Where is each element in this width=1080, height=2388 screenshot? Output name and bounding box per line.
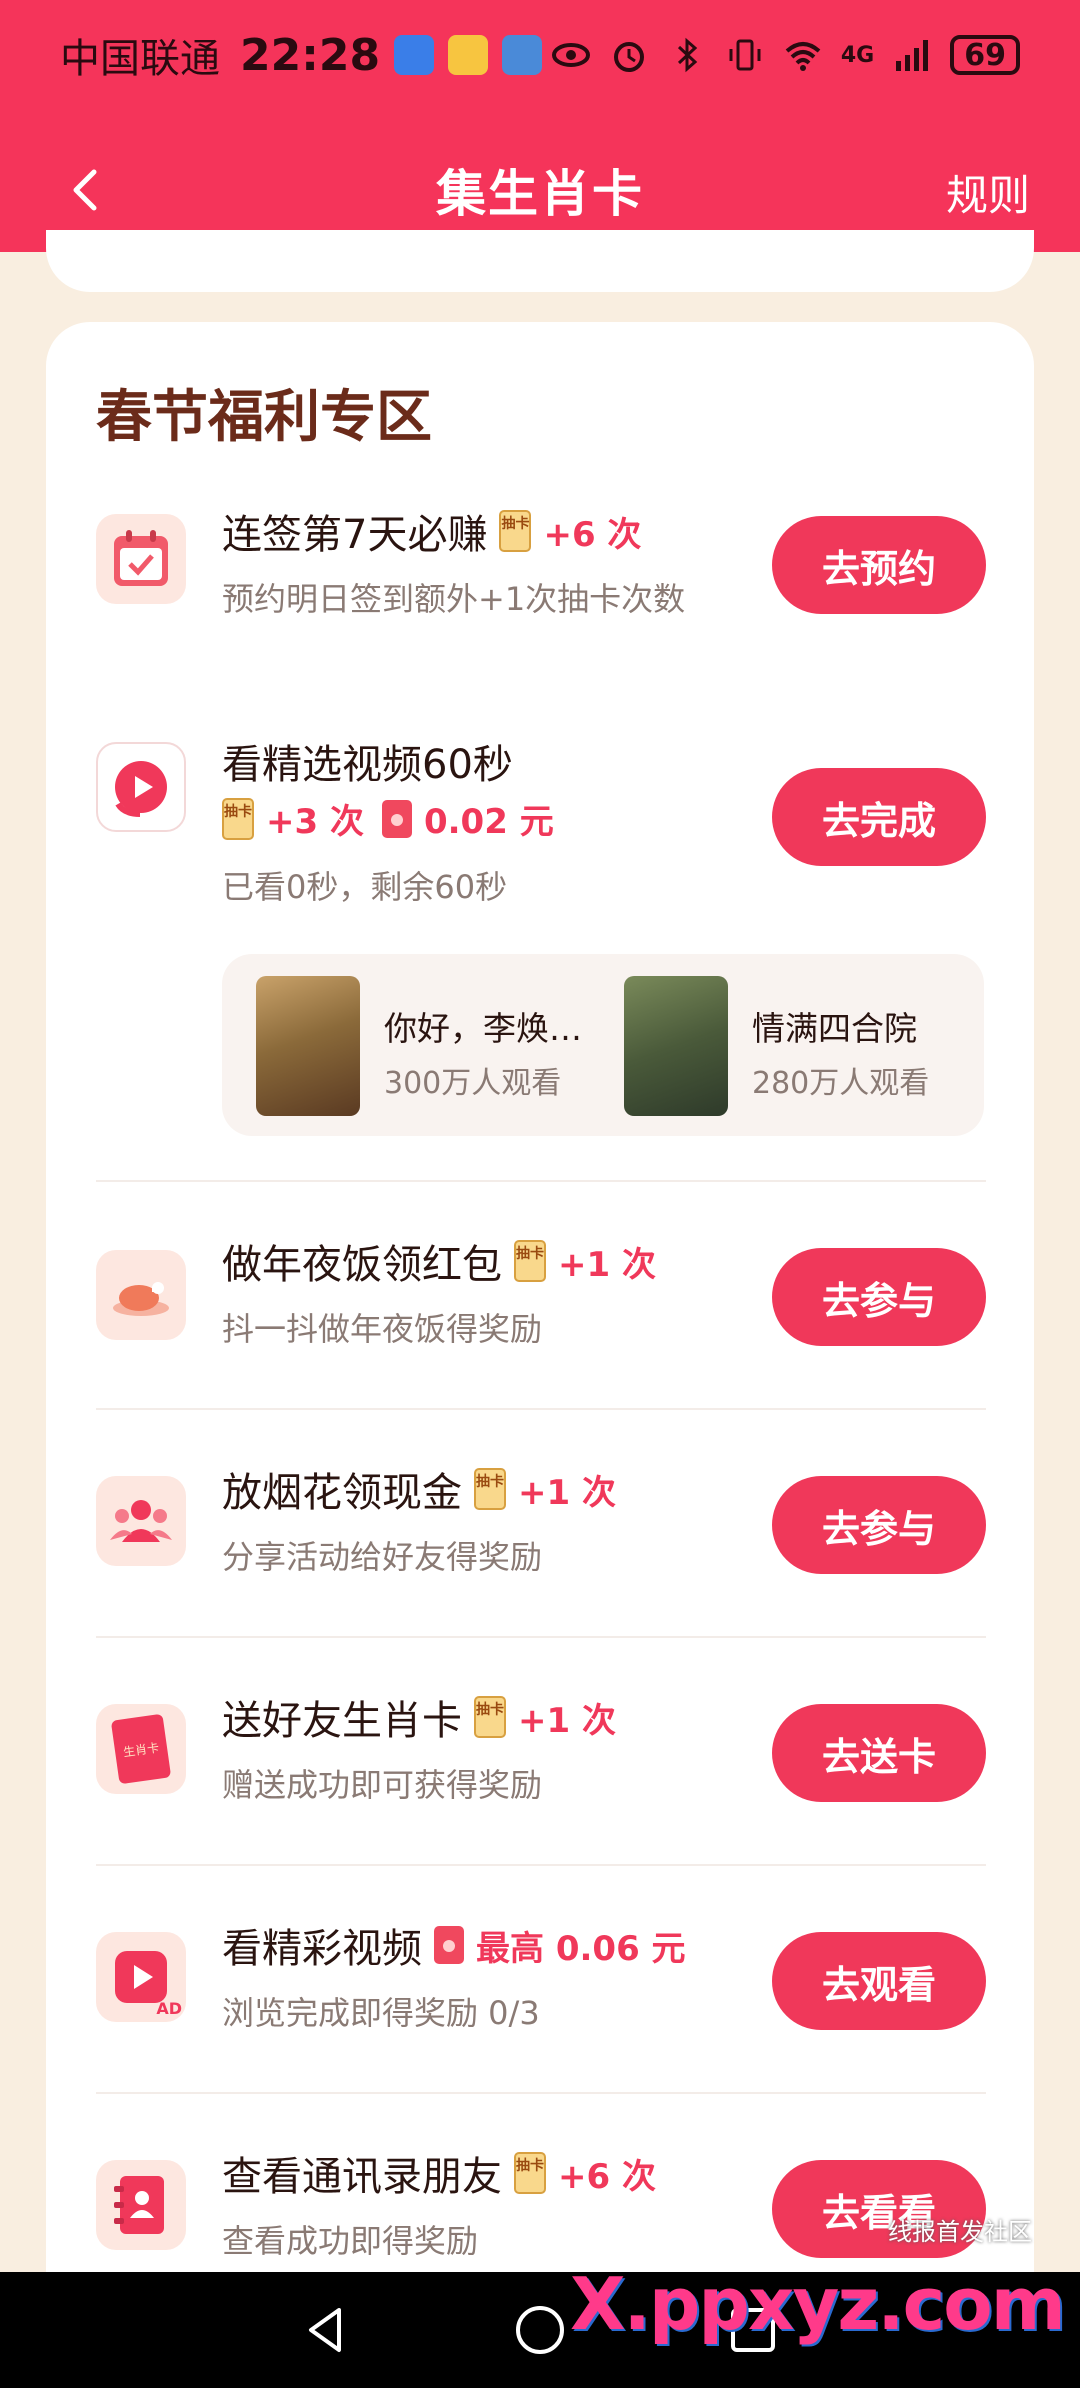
ad-label: AD bbox=[156, 1999, 182, 2018]
weibo-app-icon bbox=[448, 35, 489, 75]
complete-button[interactable]: 去完成 bbox=[772, 768, 986, 866]
task-reward: +1 次 bbox=[518, 1472, 616, 1513]
task-item-watch-ad: AD 看精彩视频 最高 0.06 元 浏览完成即得奖励 0/3 去观看 bbox=[96, 1916, 986, 2036]
back-triangle-icon[interactable] bbox=[297, 2300, 357, 2360]
cash-reward: 0.02 元 bbox=[423, 802, 554, 842]
previous-card-bottom bbox=[46, 230, 1034, 292]
bluetooth-icon bbox=[677, 37, 698, 73]
zodiac-card-icon-label: 生肖卡 bbox=[122, 1740, 160, 1759]
task-item-contacts: 查看通讯录朋友 抽卡 +6 次 查看成功即得奖励 去看看 bbox=[96, 2144, 986, 2264]
divider bbox=[96, 1636, 986, 1638]
task-reward: +6 次 bbox=[543, 514, 642, 555]
task-item-fireworks: 放烟花领现金 抽卡 +1 次 分享活动给好友得奖励 去参与 bbox=[96, 1460, 986, 1580]
task-title: 看精选视频60秒 bbox=[222, 742, 513, 788]
draw-card-chip-icon: 抽卡 bbox=[499, 510, 532, 552]
signal-icon bbox=[896, 40, 929, 71]
back-arrow-icon[interactable] bbox=[56, 160, 116, 220]
task-title: 看精彩视频 bbox=[222, 1926, 422, 1972]
vibrate-icon bbox=[729, 39, 761, 71]
video-title: 情满四合院 bbox=[752, 1009, 917, 1048]
task-reward: +3 次 bbox=[266, 802, 364, 842]
stock-app-icon bbox=[502, 35, 543, 75]
video-play-icon bbox=[96, 742, 186, 832]
task-subtitle: 赠送成功即可获得奖励 bbox=[222, 1766, 543, 1804]
contacts-book-icon bbox=[96, 2160, 186, 2250]
video-views: 300万人观看 bbox=[384, 1066, 562, 1101]
rules-link[interactable]: 规则 bbox=[946, 162, 1030, 223]
nav-bar: 集生肖卡 规则 bbox=[0, 140, 1080, 240]
watch-button[interactable]: 去观看 bbox=[772, 1932, 986, 2030]
task-title: 放烟花领现金 bbox=[222, 1470, 462, 1516]
battery-level: 69 bbox=[964, 37, 1006, 73]
task-subtitle: 查看成功即得奖励 bbox=[222, 2222, 479, 2260]
video-title: 你好，李焕… bbox=[384, 1009, 582, 1048]
recommended-videos: 你好，李焕… 300万人观看 情满四合院 280万人观看 bbox=[222, 954, 984, 1136]
task-item-new-year-dinner: 做年夜饭领红包 抽卡 +1 次 抖一抖做年夜饭得奖励 去参与 bbox=[96, 1232, 986, 1352]
home-circle-icon[interactable] bbox=[510, 2300, 570, 2360]
draw-card-chip-icon: 抽卡 bbox=[222, 797, 254, 840]
calendar-check-icon bbox=[96, 514, 186, 604]
send-card-button[interactable]: 去送卡 bbox=[772, 1704, 986, 1802]
join-button[interactable]: 去参与 bbox=[772, 1476, 986, 1574]
divider bbox=[96, 1864, 986, 1866]
task-reward: +1 次 bbox=[518, 1700, 616, 1741]
carrier-label: 中国联通 bbox=[60, 36, 220, 82]
section-title: 春节福利专区 bbox=[96, 385, 432, 450]
join-button[interactable]: 去参与 bbox=[772, 1248, 986, 1346]
wifi-icon bbox=[785, 42, 821, 71]
task-subtitle: 分享活动给好友得奖励 bbox=[222, 1538, 543, 1576]
eye-icon bbox=[551, 43, 590, 67]
divider bbox=[96, 1180, 986, 1182]
task-item-send-card: 生肖卡 送好友生肖卡 抽卡 +1 次 赠送成功即可获得奖励 去送卡 bbox=[96, 1688, 986, 1808]
video-views: 280万人观看 bbox=[752, 1066, 930, 1101]
video-poster-image bbox=[256, 976, 360, 1116]
draw-card-chip-icon: 抽卡 bbox=[474, 1468, 506, 1510]
task-reward: 最高 0.06 元 bbox=[476, 1928, 686, 1969]
divider bbox=[96, 1408, 986, 1410]
red-packet-icon bbox=[434, 1926, 464, 1964]
friends-icon bbox=[96, 1476, 186, 1566]
task-title: 送好友生肖卡 bbox=[222, 1698, 462, 1744]
task-reward: +1 次 bbox=[558, 1244, 656, 1285]
draw-card-chip-icon: 抽卡 bbox=[514, 2152, 546, 2194]
task-subtitle: 抖一抖做年夜饭得奖励 bbox=[222, 1310, 543, 1348]
alarm-app-icon bbox=[394, 35, 435, 75]
task-item-watch-video: 看精选视频60秒 抽卡 +3 次 0.02 元 已看0秒，剩余60秒 去完成 bbox=[96, 732, 986, 932]
battery-indicator: 69 bbox=[950, 35, 1020, 75]
network-type: 4G bbox=[840, 42, 875, 68]
clock: 22:28 bbox=[240, 29, 381, 81]
task-item-sign-in: 连签第7天必赚 抽卡 +6 次 预约明日签到额外+1次抽卡次数 去预约 bbox=[96, 502, 986, 622]
task-subtitle: 已看0秒，剩余60秒 bbox=[222, 868, 508, 906]
task-title: 连签第7天必赚 bbox=[222, 512, 488, 558]
page-title: 集生肖卡 bbox=[436, 165, 644, 223]
task-subtitle: 预约明日签到额外+1次抽卡次数 bbox=[222, 580, 686, 618]
task-title: 查看通讯录朋友 bbox=[222, 2154, 502, 2200]
reserve-button[interactable]: 去预约 bbox=[772, 516, 986, 614]
red-packet-icon bbox=[381, 799, 412, 838]
divider bbox=[96, 2092, 986, 2094]
video-card[interactable]: 你好，李焕… 300万人观看 bbox=[256, 976, 596, 1116]
video-poster-image bbox=[624, 976, 728, 1116]
zodiac-card-icon: 生肖卡 bbox=[96, 1704, 186, 1794]
video-card[interactable]: 情满四合院 280万人观看 bbox=[624, 976, 964, 1116]
status-bar: 中国联通 22:28 4G 69 bbox=[0, 0, 1080, 110]
alarm-icon bbox=[613, 42, 644, 72]
watermark-caption: 线报首发社区 bbox=[888, 2218, 1032, 2246]
task-reward: +6 次 bbox=[558, 2156, 656, 2197]
task-subtitle: 浏览完成即得奖励 0/3 bbox=[222, 1994, 540, 2032]
roast-chicken-icon bbox=[96, 1250, 186, 1340]
watermark-logo: X.ppxyz.com bbox=[570, 2262, 1066, 2346]
draw-card-chip-icon: 抽卡 bbox=[514, 1240, 546, 1282]
ad-video-icon: AD bbox=[96, 1932, 186, 2022]
task-title: 做年夜饭领红包 bbox=[222, 1242, 502, 1288]
draw-card-chip-icon: 抽卡 bbox=[474, 1696, 506, 1738]
